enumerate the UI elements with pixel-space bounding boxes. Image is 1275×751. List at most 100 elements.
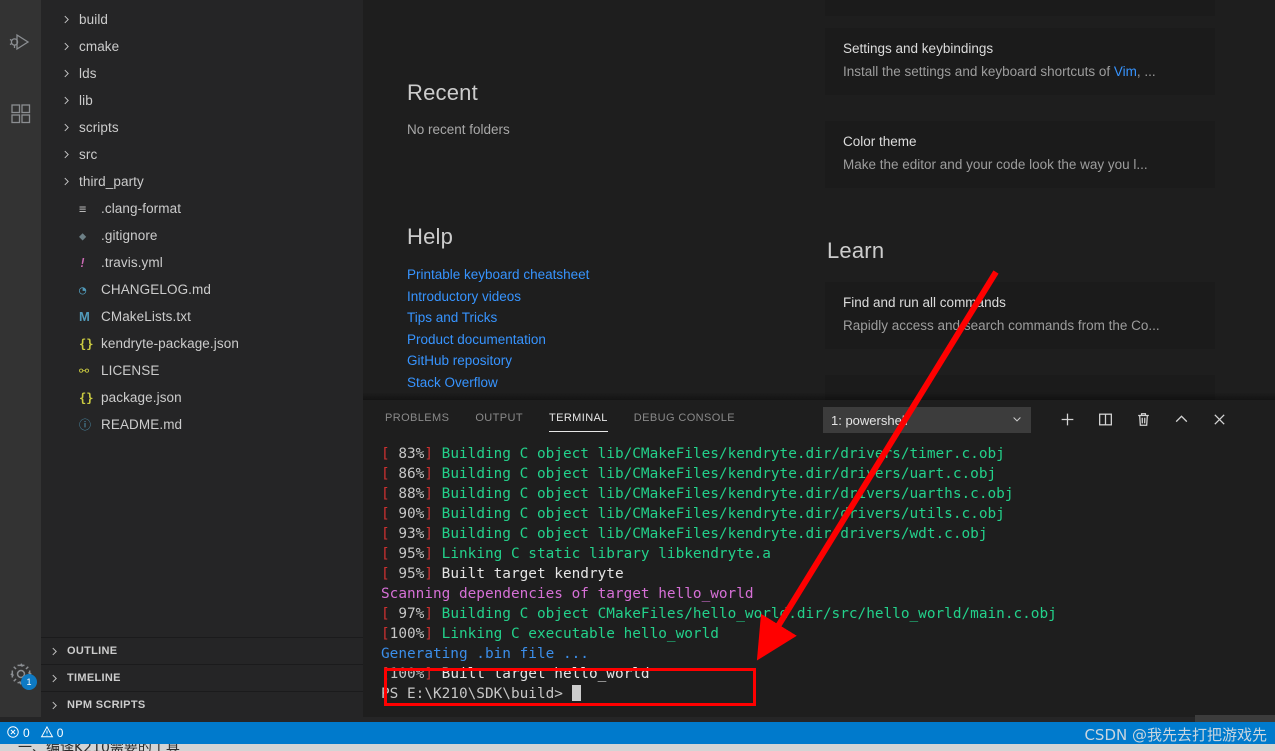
help-link-0[interactable]: Printable keyboard cheatsheet [407,264,589,286]
tree-folder-third_party[interactable]: third_party [41,168,363,195]
chevron-right-icon [61,176,79,187]
terminal-line: [ 90%] Building C object lib/CMakeFiles/… [381,504,1275,524]
terminal-percent: 90% [389,506,425,522]
help-link-3[interactable]: Product documentation [407,329,589,351]
learn-card-partial[interactable] [825,375,1215,400]
terminal-line: Generating .bin file ... [381,644,1275,664]
customize-card-partial[interactable] [825,0,1215,16]
terminal-bracket: [ [381,506,390,522]
customize-card-color-theme[interactable]: Color theme Make the editor and your cod… [825,121,1215,188]
manage-gear-icon[interactable]: 1 [0,650,41,698]
panel-tabs: PROBLEMS OUTPUT TERMINAL DEBUG CONSOLE [363,400,761,435]
extensions-icon[interactable] [0,90,41,138]
sidebar-section-npm-scripts[interactable]: NPM SCRIPTS [41,691,363,718]
terminal-line: [ 86%] Building C object lib/CMakeFiles/… [381,464,1275,484]
window-corner-strip [1195,715,1275,722]
help-link-4[interactable]: GitHub repository [407,350,589,372]
tree-folder-cmake[interactable]: cmake [41,33,363,60]
panel-tab-debug-console[interactable]: DEBUG CONSOLE [634,400,735,435]
terminal-text: Built target hello_world [433,666,650,682]
tree-folder-lib[interactable]: lib [41,87,363,114]
terminal-percent: 100% [389,626,425,642]
terminal-text: Linking C static library libkendryte.a [433,546,771,562]
tree-file-.clang-format[interactable]: ≡ .clang-format [41,195,363,222]
tree-file-kendryte-package.json[interactable]: {} kendryte-package.json [41,330,363,357]
panel-tab-output[interactable]: OUTPUT [475,400,523,435]
help-link-5[interactable]: Stack Overflow [407,372,589,394]
tree-item-label: lib [79,93,93,108]
run-and-debug-icon[interactable] [0,18,41,66]
new-terminal-icon[interactable] [1053,405,1081,433]
help-link-2[interactable]: Tips and Tricks [407,307,589,329]
tree-folder-lds[interactable]: lds [41,60,363,87]
vscode-window: 1 build cmake lds lib scripts src third_party ≡… [0,0,1275,751]
card-desc-accent[interactable]: Vim [1114,64,1137,79]
tree-file-CMakeLists.txt[interactable]: M CMakeLists.txt [41,303,363,330]
panel-actions [1053,405,1233,433]
chevron-right-icon [49,673,67,684]
tree-file-LICENSE[interactable]: ⚯ LICENSE [41,357,363,384]
help-section: Help Printable keyboard cheatsheet Introd… [407,224,589,393]
sidebar-section-label: NPM SCRIPTS [67,699,146,711]
terminal-line: [ 93%] Building C object lib/CMakeFiles/… [381,524,1275,544]
tree-file-README.md[interactable]: ⓘ README.md [41,411,363,438]
sidebar-section-outline[interactable]: OUTLINE [41,637,363,664]
tree-item-label: build [79,12,109,27]
tree-file-CHANGELOG.md[interactable]: ◔ CHANGELOG.md [41,276,363,303]
terminal-bracket: ] [424,486,433,502]
warning-triangle-icon [40,725,54,742]
close-panel-icon[interactable] [1205,405,1233,433]
split-terminal-icon[interactable] [1091,405,1119,433]
terminal-selector-dropdown[interactable]: 1: powershell [823,407,1031,433]
status-warnings[interactable]: 0 [40,725,63,742]
card-title: Find and run all commands [843,295,1006,310]
tree-item-label: cmake [79,39,120,54]
terminal-bracket: [ [381,566,390,582]
kill-terminal-icon[interactable] [1129,405,1157,433]
tree-file-.gitignore[interactable]: ◆ .gitignore [41,222,363,249]
panel-tab-terminal[interactable]: TERMINAL [548,400,608,435]
git-icon: ◆ [79,228,87,243]
terminal-text: Generating .bin file ... [381,646,589,662]
tree-item-label: .travis.yml [101,255,163,270]
tree-item-label: LICENSE [101,363,160,378]
terminal-text: Scanning dependencies of target hello_wo… [381,586,754,602]
terminal-cursor [571,685,581,701]
bottom-panel: PROBLEMS OUTPUT TERMINAL DEBUG CONSOLE 1: p… [363,400,1275,722]
learn-card-find-commands[interactable]: Find and run all commands Rapidly access… [825,282,1215,349]
tree-folder-build[interactable]: build [41,6,363,33]
maximize-panel-icon[interactable] [1167,405,1195,433]
tree-file-package.json[interactable]: {} package.json [41,384,363,411]
tree-folder-src[interactable]: src [41,141,363,168]
terminal-bracket: [ [381,666,390,682]
terminal-text: Building C object lib/CMakeFiles/kendryt… [433,506,1005,522]
sidebar-section-timeline[interactable]: TIMELINE [41,664,363,691]
terminal-bracket: [ [381,626,390,642]
customize-card-settings[interactable]: Settings and keybindings Install the set… [825,28,1215,95]
terminal-bracket: [ [381,486,390,502]
activity-bar: 1 [0,0,41,722]
help-link-1[interactable]: Introductory videos [407,286,589,308]
help-links: Printable keyboard cheatsheet Introductor… [407,264,589,393]
tree-folder-scripts[interactable]: scripts [41,114,363,141]
terminal-line: [ 95%] Built target kendryte [381,564,1275,584]
terminal-text: Built target kendryte [433,566,624,582]
terminal-prompt: PS E:\K210\SDK\build> [381,686,572,702]
chevron-right-icon [61,14,79,25]
terminal-line: [ 88%] Building C object lib/CMakeFiles/… [381,484,1275,504]
terminal-percent: 88% [389,486,425,502]
card-desc: Make the editor and your code look the w… [843,157,1197,172]
terminal-bracket: ] [424,506,433,522]
status-errors[interactable]: 0 [6,725,30,742]
terminal-output[interactable]: [ 83%] Building C object lib/CMakeFiles/… [363,435,1275,722]
terminal-text: Building C object CMakeFiles/hello_world… [433,606,1057,622]
tree-file-.travis.yml[interactable]: ! .travis.yml [41,249,363,276]
chevron-right-icon [61,95,79,106]
terminal-prompt-line[interactable]: PS E:\K210\SDK\build> [381,684,1275,704]
terminal-text: Building C object lib/CMakeFiles/kendryt… [433,526,988,542]
sidebar-section-label: TIMELINE [67,672,121,684]
chevron-right-icon [61,149,79,160]
terminal-bracket: ] [424,446,433,462]
card-desc: Rapidly access and search commands from … [843,318,1197,333]
panel-tab-problems[interactable]: PROBLEMS [385,400,449,435]
